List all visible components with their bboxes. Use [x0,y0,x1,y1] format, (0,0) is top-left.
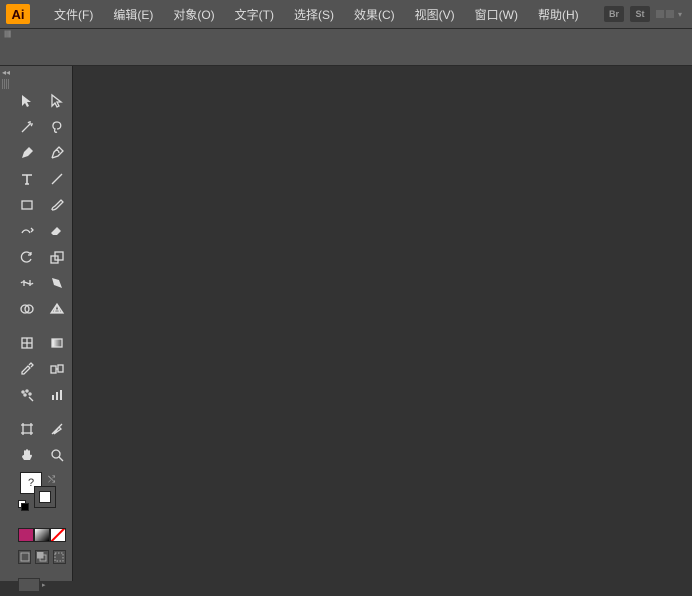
direct-selection-tool[interactable] [42,88,72,114]
menubar: Ai 文件(F) 编辑(E) 对象(O) 文字(T) 选择(S) 效果(C) 视… [0,0,692,28]
symbol-sprayer-tool[interactable] [12,382,42,408]
stroke-swatch[interactable] [34,486,56,508]
menubar-right: Br St ▾ [604,6,686,22]
chevron-right-icon: ▸ [42,581,46,589]
menu-window[interactable]: 窗口(W) [465,0,528,29]
main-area: ◂◂ [0,66,692,581]
perspective-grid-tool[interactable] [42,296,72,322]
control-bar: |||||||| [0,28,692,66]
draw-mode-row [12,546,72,568]
column-graph-tool[interactable] [42,382,72,408]
free-transform-tool[interactable] [42,270,72,296]
menu-view[interactable]: 视图(V) [405,0,465,29]
eraser-tool[interactable] [42,218,72,244]
selection-tool[interactable] [12,88,42,114]
ruler-marks: |||||||| [4,31,11,38]
screen-mode-row: ▸ [12,574,72,596]
swap-fill-stroke-icon[interactable]: ⤭ [48,474,55,485]
draw-behind-icon[interactable] [35,550,48,564]
panel-grip[interactable] [2,79,10,89]
pen-tool[interactable] [12,140,42,166]
shape-builder-tool[interactable] [12,296,42,322]
stock-button[interactable]: St [630,6,650,22]
line-segment-tool[interactable] [42,166,72,192]
color-mode-solid[interactable] [18,528,34,542]
color-mode-row [12,528,72,542]
blend-tool[interactable] [42,356,72,382]
default-fill-stroke-icon[interactable] [18,500,28,510]
workspace-switcher[interactable]: ▾ [656,8,686,20]
menu-effect[interactable]: 效果(C) [344,0,405,29]
menu-file[interactable]: 文件(F) [44,0,103,29]
panel-collapse-column: ◂◂ [0,66,12,581]
app-logo[interactable]: Ai [6,4,30,24]
eyedropper-tool[interactable] [12,356,42,382]
scale-tool[interactable] [42,244,72,270]
lasso-tool[interactable] [42,114,72,140]
collapse-handle[interactable]: ◂◂ [0,66,12,77]
artboard-tool[interactable] [12,416,42,442]
menu-help[interactable]: 帮助(H) [528,0,589,29]
draw-normal-icon[interactable] [18,550,31,564]
type-tool[interactable] [12,166,42,192]
mesh-tool[interactable] [12,330,42,356]
curvature-tool[interactable] [42,140,72,166]
menu-type[interactable]: 文字(T) [225,0,284,29]
menu-object[interactable]: 对象(O) [163,0,224,29]
canvas-area[interactable] [72,66,692,581]
bridge-button[interactable]: Br [604,6,624,22]
width-tool[interactable] [12,270,42,296]
color-mode-gradient[interactable] [34,528,50,542]
menu-items: 文件(F) 编辑(E) 对象(O) 文字(T) 选择(S) 效果(C) 视图(V… [44,0,589,29]
menu-edit[interactable]: 编辑(E) [103,0,163,29]
fill-stroke-control: ? ⤭ [12,468,72,526]
shaper-tool[interactable] [12,218,42,244]
draw-inside-icon[interactable] [53,550,66,564]
chevron-down-icon: ▾ [678,10,682,19]
menu-select[interactable]: 选择(S) [284,0,344,29]
toolbox: ? ⤭ ▸ [12,66,72,581]
screen-mode-button[interactable] [18,578,40,592]
magic-wand-tool[interactable] [12,114,42,140]
paintbrush-tool[interactable] [42,192,72,218]
rectangle-tool[interactable] [12,192,42,218]
color-mode-none[interactable] [50,528,66,542]
slice-tool[interactable] [42,416,72,442]
gradient-tool[interactable] [42,330,72,356]
hand-tool[interactable] [12,442,42,468]
rotate-tool[interactable] [12,244,42,270]
zoom-tool[interactable] [42,442,72,468]
